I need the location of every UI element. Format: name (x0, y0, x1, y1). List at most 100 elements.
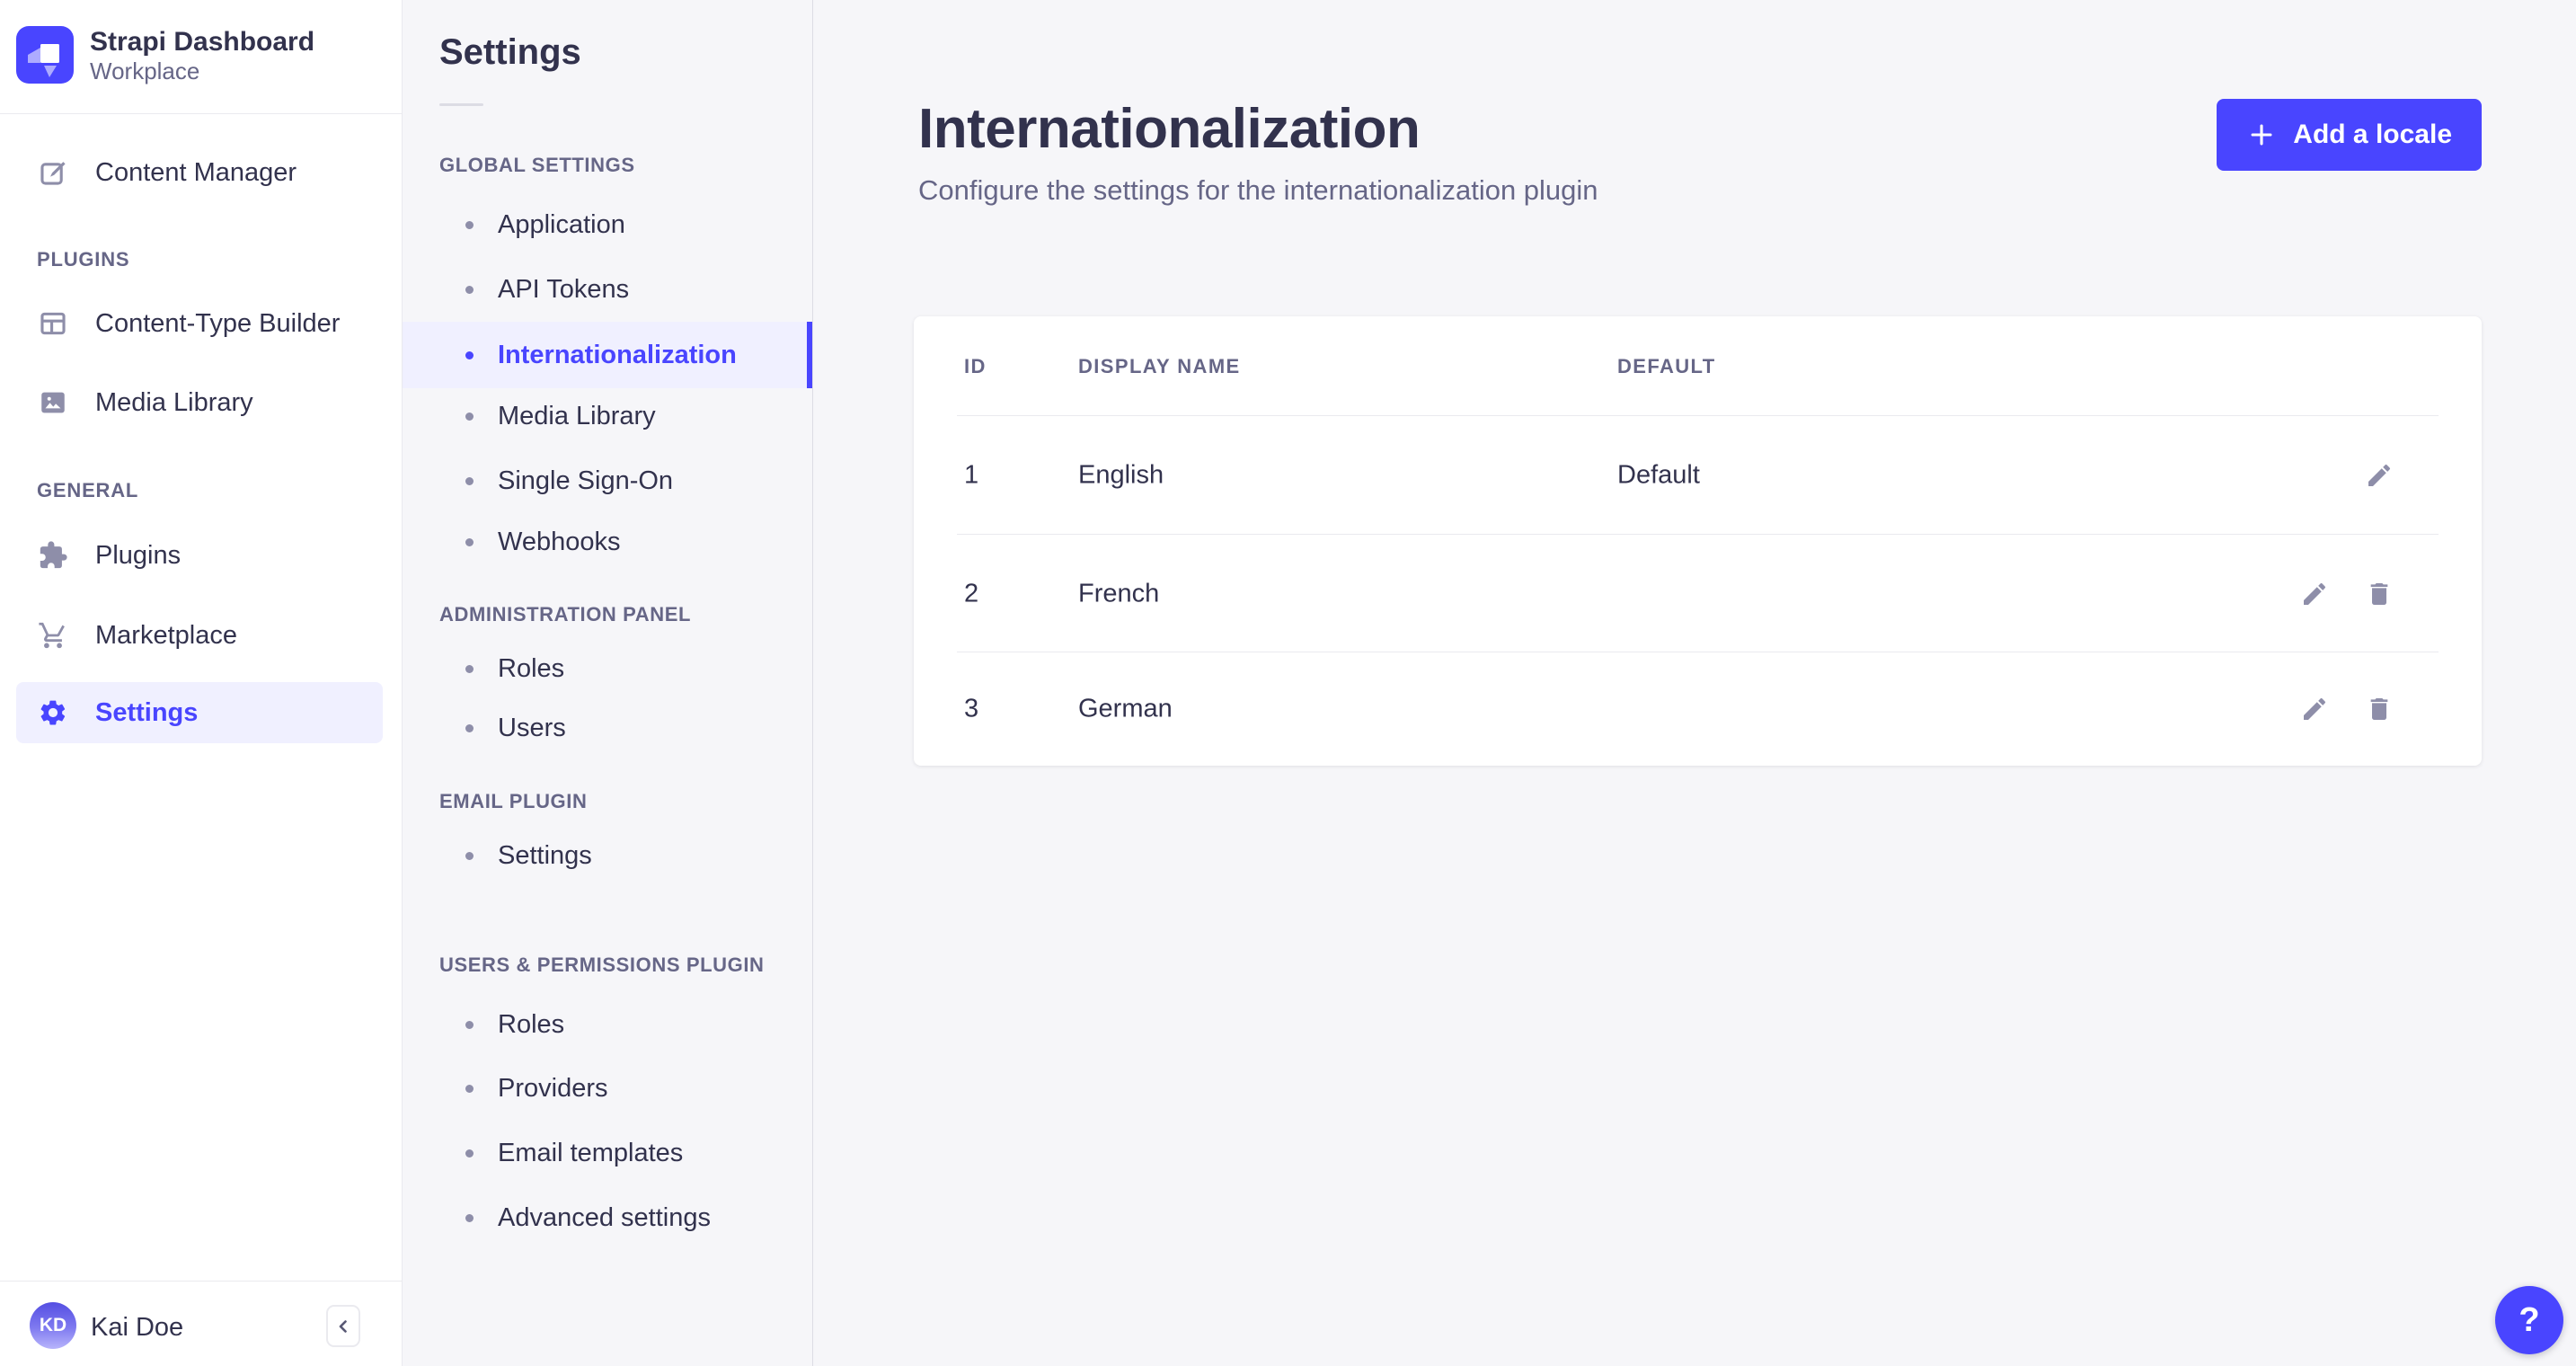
subnav-item-application[interactable]: Application (403, 195, 812, 254)
subnav-item-admin-users[interactable]: Users (403, 698, 812, 758)
cell-display-name: French (1078, 579, 1160, 608)
sidebar-item-content-manager[interactable]: Content Manager (16, 142, 383, 203)
subnav-item-up-roles[interactable]: Roles (403, 995, 812, 1054)
trash-icon (2370, 698, 2388, 720)
column-header-default: DEFAULT (1617, 355, 1716, 377)
table-row: 3 German (914, 652, 2482, 766)
edit-locale-button[interactable] (2300, 695, 2329, 723)
sidebar-item-label: Media Library (95, 387, 253, 417)
avatar[interactable]: KD (30, 1302, 76, 1349)
puzzle-icon (38, 540, 68, 571)
subnav-item-admin-roles[interactable]: Roles (403, 639, 812, 698)
workspace-header[interactable]: Strapi Dashboard Workplace (0, 0, 402, 114)
delete-locale-button[interactable] (2365, 580, 2394, 608)
sidebar-item-label: Content-Type Builder (95, 308, 341, 338)
cart-icon (38, 620, 68, 651)
table-row: 2 French (914, 535, 2482, 652)
gear-icon (38, 697, 68, 728)
bullet-icon (465, 1213, 474, 1222)
sidebar-item-label: Content Manager (95, 157, 297, 187)
subnav-item-label: Users (498, 713, 566, 742)
subnav-item-label: Webhooks (498, 527, 621, 556)
subnav-item-media-library[interactable]: Media Library (403, 386, 812, 446)
sidebar-item-content-type-builder[interactable]: Content-Type Builder (16, 293, 383, 354)
collapse-sidebar-button[interactable] (326, 1305, 360, 1347)
edit-locale-button[interactable] (2300, 580, 2329, 608)
pencil-icon (2304, 582, 2326, 605)
pencil-icon (2304, 697, 2326, 720)
settings-subnav: Settings GLOBAL SETTINGS Application API… (403, 0, 813, 1366)
subnav-item-label: Roles (498, 653, 565, 683)
bullet-icon (465, 350, 474, 359)
pencil-icon (2368, 464, 2391, 486)
subnav-item-label: Internationalization (498, 340, 737, 369)
subnav-item-label: Media Library (498, 401, 656, 430)
add-locale-button[interactable]: Add a locale (2217, 99, 2482, 171)
subnav-item-api-tokens[interactable]: API Tokens (403, 260, 812, 319)
chevron-left-icon (332, 1316, 354, 1337)
sidebar-item-settings[interactable]: Settings (16, 682, 383, 743)
pen-square-icon (38, 157, 68, 188)
subnav-item-label: Roles (498, 1009, 565, 1039)
column-header-display-name: DISPLAY NAME (1078, 355, 1241, 377)
subnav-group-global-settings: GLOBAL SETTINGS (439, 154, 635, 176)
bullet-icon (465, 285, 474, 294)
subnav-group-email-plugin: EMAIL PLUGIN (439, 790, 588, 812)
subnav-item-single-sign-on[interactable]: Single Sign-On (403, 451, 812, 510)
strapi-logo-icon (16, 26, 74, 84)
cell-display-name: German (1078, 694, 1173, 723)
sidebar-footer-divider (0, 1281, 403, 1282)
sidebar-item-label: Settings (95, 697, 199, 727)
app-title: Strapi Dashboard (90, 27, 315, 57)
subnav-item-providers[interactable]: Providers (403, 1059, 812, 1118)
bullet-icon (465, 1149, 474, 1158)
workspace-name: Workplace (90, 58, 200, 84)
delete-locale-button[interactable] (2365, 695, 2394, 723)
cell-id: 2 (964, 579, 979, 608)
locales-table: ID DISPLAY NAME DEFAULT 1 English Defaul… (914, 316, 2482, 766)
subnav-item-label: Providers (498, 1073, 608, 1103)
subnav-item-label: Settings (498, 840, 592, 870)
add-locale-label: Add a locale (2293, 120, 2452, 149)
cell-id: 1 (964, 460, 979, 490)
subnav-group-administration-panel: ADMINISTRATION PANEL (439, 603, 692, 625)
subnav-item-label: API Tokens (498, 274, 630, 304)
sidebar-item-media-library[interactable]: Media Library (16, 372, 383, 433)
trash-icon (2370, 582, 2388, 605)
subnav-item-webhooks[interactable]: Webhooks (403, 512, 812, 572)
image-icon (38, 387, 68, 418)
subnav-title: Settings (439, 32, 581, 72)
user-name: Kai Doe (91, 1313, 184, 1342)
subnav-group-users-permissions: USERS & PERMISSIONS PLUGIN (439, 954, 765, 976)
bullet-icon (465, 537, 474, 546)
bullet-icon (465, 851, 474, 860)
sidebar-item-marketplace[interactable]: Marketplace (16, 605, 383, 666)
sidebar-item-label: Marketplace (95, 620, 237, 650)
sidebar-section-plugins: PLUGINS (37, 248, 130, 271)
bullet-icon (465, 220, 474, 229)
page-title: Internationalization (918, 98, 1421, 160)
plus-icon (2246, 120, 2277, 150)
cell-display-name: English (1078, 460, 1164, 490)
bullet-icon (465, 1020, 474, 1029)
help-button[interactable]: ? (2495, 1286, 2563, 1354)
sidebar-section-general: GENERAL (37, 479, 139, 501)
main-sidebar: Strapi Dashboard Workplace Content Manag… (0, 0, 403, 1366)
subnav-item-internationalization[interactable]: Internationalization (403, 322, 812, 388)
subnav-item-email-templates[interactable]: Email templates (403, 1123, 812, 1183)
bullet-icon (465, 1084, 474, 1093)
sidebar-item-plugins[interactable]: Plugins (16, 525, 383, 586)
layout-icon (38, 308, 68, 339)
sidebar-item-label: Plugins (95, 540, 181, 570)
edit-locale-button[interactable] (2365, 461, 2394, 490)
subnav-divider (439, 103, 483, 106)
subnav-item-email-settings[interactable]: Settings (403, 826, 812, 885)
bullet-icon (465, 723, 474, 732)
bullet-icon (465, 664, 474, 673)
subnav-item-label: Application (498, 209, 625, 239)
main-content: Internationalization Configure the setti… (813, 0, 2576, 1366)
table-header-row: ID DISPLAY NAME DEFAULT (914, 316, 2482, 416)
subnav-item-advanced-settings[interactable]: Advanced settings (403, 1188, 812, 1247)
bullet-icon (465, 412, 474, 421)
cell-default: Default (1617, 460, 1700, 490)
